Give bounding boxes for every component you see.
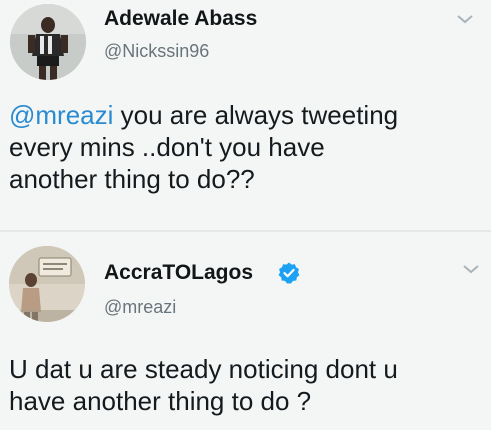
tweet-text-line: another thing to do?? bbox=[9, 163, 479, 195]
screenshot-canvas: Adewale Abass @Nickssin96 @mreazi you ar… bbox=[0, 0, 491, 430]
display-name[interactable]: Adewale Abass bbox=[104, 7, 257, 31]
user-handle[interactable]: @mreazi bbox=[104, 297, 176, 318]
tweet-text-segment: have another thing to do ? bbox=[9, 386, 312, 416]
tweet-text: @mreazi you are always tweeting every mi… bbox=[9, 99, 479, 195]
tweet-text-line: @mreazi you are always tweeting bbox=[9, 99, 479, 131]
tweet-text: U dat u are steady noticing dont u have … bbox=[9, 353, 487, 417]
chevron-down-icon[interactable] bbox=[460, 262, 482, 276]
tweet-text-segment: every mins ..don't you have bbox=[9, 132, 325, 162]
mention-link[interactable]: @mreazi bbox=[9, 100, 113, 130]
tweet-card[interactable]: AccraTOLagos @mreazi U dat u are steady … bbox=[0, 232, 491, 430]
verified-badge-icon bbox=[278, 262, 300, 284]
avatar[interactable] bbox=[9, 246, 85, 322]
avatar-image bbox=[10, 4, 86, 80]
tweet-text-line: U dat u are steady noticing dont u bbox=[9, 353, 487, 385]
tweet-text-line: have another thing to do ? bbox=[9, 385, 487, 417]
tweet-text-line: every mins ..don't you have bbox=[9, 131, 479, 163]
chevron-down-icon[interactable] bbox=[454, 12, 476, 26]
user-handle[interactable]: @Nickssin96 bbox=[104, 41, 209, 62]
tweet-text-segment: another thing to do?? bbox=[9, 164, 255, 194]
tweet-text-segment: U dat u are steady noticing dont u bbox=[9, 354, 398, 384]
display-name[interactable]: AccraTOLagos bbox=[104, 261, 253, 285]
tweet-card[interactable]: Adewale Abass @Nickssin96 @mreazi you ar… bbox=[0, 0, 491, 232]
avatar-image bbox=[9, 246, 85, 322]
avatar[interactable] bbox=[10, 4, 86, 80]
tweet-text-segment: you are always tweeting bbox=[113, 100, 399, 130]
